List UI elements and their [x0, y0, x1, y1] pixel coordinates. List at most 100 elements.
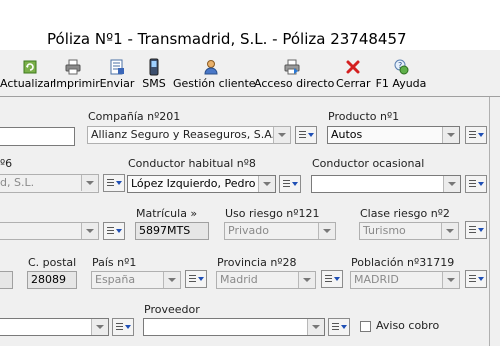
help-button[interactable]: ? F1 Ayuda	[375, 56, 427, 92]
title-bar: Póliza Nº1 - Transmadrid, S.L. - Póliza …	[0, 0, 500, 50]
company-list-button[interactable]	[295, 126, 317, 144]
occasional-driver-label: Conductor ocasional	[312, 157, 425, 170]
list-lines-icon	[325, 275, 332, 276]
shortcut-printer-icon	[284, 59, 300, 75]
country-combo[interactable]: España	[91, 271, 181, 289]
left-truncated-combo[interactable]	[0, 222, 99, 240]
chevron-down-icon[interactable]	[307, 319, 324, 335]
refresh-icon	[23, 60, 37, 74]
list-lines-icon	[107, 227, 114, 228]
payment-notice-checkbox[interactable]	[360, 321, 371, 332]
panel-right-border	[489, 97, 490, 346]
policyholder-list-button[interactable]	[103, 174, 125, 192]
supplier-combo[interactable]	[143, 318, 325, 336]
print-label: Imprimir	[53, 77, 100, 90]
chevron-down-icon[interactable]	[443, 176, 460, 192]
chevron-down-icon[interactable]	[81, 223, 98, 239]
town-label: Población nº31719	[351, 256, 455, 269]
product-label: Producto nº1	[328, 110, 400, 123]
list-arrow-icon	[334, 277, 340, 281]
province-value: Madrid	[220, 273, 258, 286]
shortcut-label: Acceso directo	[254, 77, 335, 90]
risk-class-label: Clase riesgo nº2	[360, 207, 450, 220]
list-lines-icon	[116, 323, 123, 324]
occasional-driver-list-button[interactable]	[465, 175, 487, 193]
risk-class-value: Turismo	[363, 224, 406, 237]
policyholder-value: d, S.L.	[0, 176, 35, 189]
town-list-button[interactable]	[465, 270, 487, 288]
list-lines-icon	[189, 275, 196, 276]
chevron-down-icon[interactable]	[81, 175, 98, 191]
left-truncated-combo-bottom[interactable]	[0, 318, 109, 336]
shortcut-button[interactable]: Acceso directo	[254, 56, 335, 92]
risk-class-combo[interactable]: Turismo	[359, 222, 459, 240]
postal-code-input[interactable]: 28089	[27, 271, 77, 289]
chevron-down-icon[interactable]	[273, 127, 290, 143]
list-lines-icon	[469, 131, 476, 132]
toolbar: Actualizar Imprimir Enviar SMS Gestión c…	[0, 54, 500, 94]
chevron-down-icon[interactable]	[442, 127, 459, 143]
country-list-button[interactable]	[185, 270, 207, 288]
list-arrow-icon	[198, 277, 204, 281]
send-button[interactable]: Enviar	[99, 56, 135, 92]
province-label: Provincia nº28	[217, 256, 297, 269]
list-lines-icon	[107, 179, 114, 180]
list-lines-icon	[283, 180, 290, 181]
chevron-down-icon[interactable]	[441, 223, 458, 239]
main-driver-list-button[interactable]	[279, 175, 301, 193]
chevron-down-icon[interactable]	[163, 272, 180, 288]
town-combo[interactable]: MADRID	[350, 271, 460, 289]
product-list-button[interactable]	[465, 126, 487, 144]
chevron-down-icon[interactable]	[298, 272, 315, 288]
sms-phone-icon	[149, 58, 159, 76]
postal-code-label: C. postal	[28, 256, 77, 269]
print-button[interactable]: Imprimir	[53, 56, 100, 92]
supplier-list-button[interactable]	[328, 318, 350, 336]
occasional-driver-combo[interactable]	[311, 175, 461, 193]
close-button[interactable]: Cerrar	[336, 56, 371, 92]
client-management-button[interactable]: Gestión cliente	[173, 56, 256, 92]
country-label: País nº1	[92, 256, 137, 269]
list-arrow-icon	[125, 325, 131, 329]
risk-use-combo[interactable]: Privado	[224, 222, 336, 240]
left-truncated-list-button[interactable]	[103, 222, 125, 240]
close-icon	[346, 60, 360, 74]
chevron-down-icon[interactable]	[258, 176, 275, 192]
company-combo[interactable]: Allianz Seguro y Reaseguros, S.A.	[87, 126, 291, 144]
chevron-down-icon[interactable]	[318, 223, 335, 239]
plate-label: Matrícula »	[136, 207, 198, 220]
product-combo[interactable]: Autos	[327, 126, 460, 144]
list-lines-icon	[332, 323, 339, 324]
country-value: España	[95, 273, 136, 286]
policy-form: Compañía nº201 Allianz Seguro y Reasegur…	[0, 97, 500, 346]
company-value: Allianz Seguro y Reaseguros, S.A.	[91, 128, 276, 141]
left-bottom-list-button[interactable]	[112, 318, 134, 336]
sms-button[interactable]: SMS	[139, 56, 169, 92]
window-title: Póliza Nº1 - Transmadrid, S.L. - Póliza …	[47, 30, 407, 48]
main-driver-label: Conductor habitual nº8	[128, 157, 256, 170]
list-arrow-icon	[478, 133, 484, 137]
left-truncated-field[interactable]	[0, 271, 13, 289]
chevron-down-icon[interactable]	[442, 272, 459, 288]
plate-input[interactable]: 5897MTS	[135, 222, 209, 240]
policyholder-combo[interactable]: d, S.L.	[0, 174, 99, 193]
refresh-button[interactable]: Actualizar	[0, 56, 55, 92]
printer-icon	[65, 59, 81, 75]
main-driver-combo[interactable]: López Izquierdo, Pedro	[127, 175, 276, 193]
help-label: F1 Ayuda	[375, 77, 427, 90]
town-value: MADRID	[354, 273, 399, 286]
province-list-button[interactable]	[321, 270, 343, 288]
left-truncated-input[interactable]	[0, 127, 75, 146]
chevron-down-icon[interactable]	[91, 319, 108, 335]
list-arrow-icon	[292, 182, 298, 186]
list-lines-icon	[469, 180, 476, 181]
help-icon: ?	[394, 59, 409, 75]
list-lines-icon	[299, 131, 306, 132]
province-combo[interactable]: Madrid	[216, 271, 316, 289]
list-arrow-icon	[478, 277, 484, 281]
client-management-icon	[203, 60, 218, 75]
risk-class-list-button[interactable]	[465, 221, 487, 239]
policyholder-label: º6	[0, 157, 13, 170]
list-arrow-icon	[478, 228, 484, 232]
send-label: Enviar	[99, 77, 135, 90]
